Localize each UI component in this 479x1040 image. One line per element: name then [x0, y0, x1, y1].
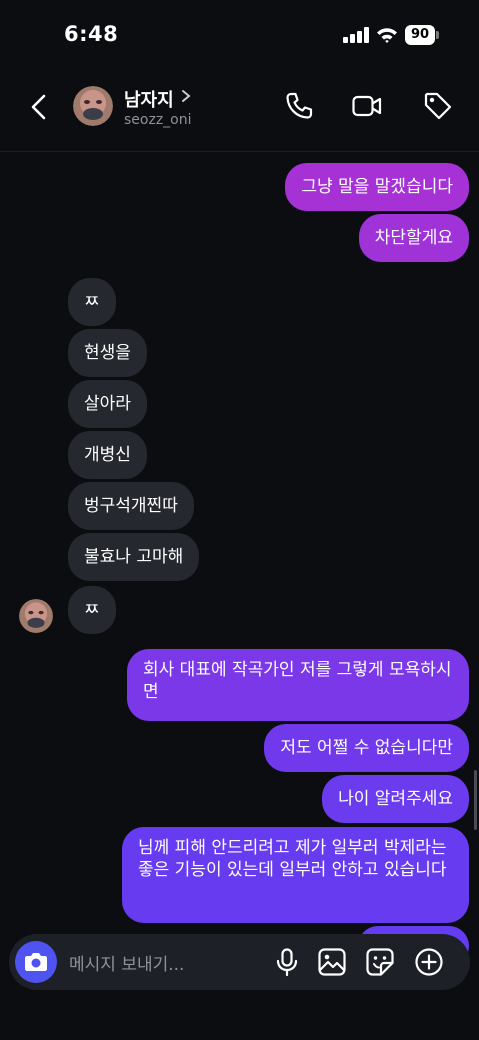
chevron-right-icon[interactable]	[180, 88, 192, 104]
message-sent[interactable]: 차단할게요	[358, 214, 469, 262]
video-camera-icon[interactable]	[351, 90, 383, 122]
chat-header: 남자지 seozz_oni	[0, 70, 479, 152]
message-sent[interactable]: 나이 알려주세요	[322, 775, 469, 823]
status-time: 6:48	[64, 22, 119, 46]
battery-tip	[436, 31, 439, 39]
wifi-icon	[377, 28, 397, 43]
message-received[interactable]: ㅉ	[68, 278, 116, 326]
contact-name[interactable]: 남자지	[124, 86, 174, 112]
sticker-icon[interactable]	[364, 946, 396, 978]
contact-username: seozz_oni	[124, 112, 192, 128]
message-sent[interactable]: 회사 대표에 작곡가인 저를 그렇게 모욕하시면	[127, 649, 469, 721]
avatar[interactable]	[73, 86, 113, 126]
camera-button[interactable]	[15, 941, 57, 983]
chevron-left-icon[interactable]	[24, 90, 54, 124]
microphone-icon[interactable]	[271, 946, 303, 978]
battery-indicator: 90	[405, 25, 435, 45]
message-sent[interactable]: 그냥 말을 말겠습니다	[285, 163, 469, 211]
message-input[interactable]: 메시지 보내기...	[69, 950, 184, 975]
status-bar: 6:48 90	[0, 0, 479, 70]
tag-icon[interactable]	[422, 90, 454, 122]
cellular-signal-icon	[343, 27, 369, 43]
camera-icon	[25, 953, 47, 971]
message-received[interactable]: 불효나 고마해	[68, 533, 200, 581]
message-received[interactable]: 살아라	[68, 380, 147, 428]
sender-avatar[interactable]	[19, 599, 53, 633]
image-icon[interactable]	[316, 946, 348, 978]
message-sent[interactable]: 저도 어쩔 수 없습니다만	[264, 724, 469, 772]
message-received[interactable]: 개병신	[68, 431, 147, 479]
plus-circle-icon[interactable]	[413, 946, 445, 978]
message-received[interactable]: ㅉ	[68, 586, 116, 634]
message-composer: 메시지 보내기...	[9, 934, 470, 990]
message-received[interactable]: 현생을	[68, 329, 147, 377]
message-received[interactable]: 벙구석개찐따	[68, 482, 194, 530]
phone-icon[interactable]	[283, 90, 315, 122]
scrollbar[interactable]	[474, 770, 477, 830]
message-sent[interactable]: 님께 피해 안드리려고 제가 일부러 박제라는 좋은 기능이 있는데 일부러 안…	[122, 827, 469, 923]
